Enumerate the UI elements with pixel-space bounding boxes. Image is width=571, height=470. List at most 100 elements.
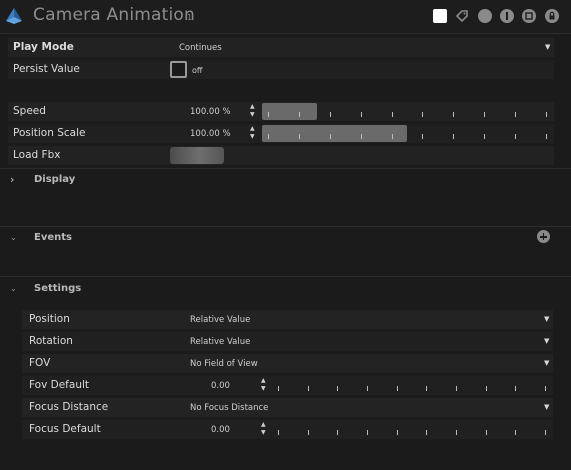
slider-tick xyxy=(268,134,269,139)
position-scale-row: Position Scale 100.00 % ▲ ▼ xyxy=(8,124,554,143)
chevron-down-icon[interactable]: ⌄ xyxy=(10,284,17,293)
fov-default-stepper[interactable]: ▲ ▼ xyxy=(261,378,269,393)
display-section-header[interactable]: › Display xyxy=(0,169,571,191)
settings-section-title: Settings xyxy=(34,283,82,294)
play-mode-dropdown-caret-icon[interactable]: ▼ xyxy=(545,43,550,51)
slider-tick xyxy=(484,134,485,139)
stepper-down-icon[interactable]: ▼ xyxy=(250,112,255,118)
slider-tick xyxy=(515,112,516,117)
slider-tick xyxy=(330,134,331,139)
speed-row: Speed 100.00 % ▲ ▼ xyxy=(8,102,554,121)
events-section-title: Events xyxy=(34,232,72,243)
tag-icon[interactable] xyxy=(455,9,469,23)
position-setting-row[interactable]: Position Relative Value ▼ xyxy=(22,310,553,329)
load-fbx-button[interactable] xyxy=(170,147,224,164)
record-icon[interactable] xyxy=(522,9,536,23)
position-scale-slider[interactable] xyxy=(262,125,552,142)
stepper-up-icon[interactable]: ▲ xyxy=(261,422,266,428)
speed-slider-fill xyxy=(262,103,318,120)
speed-slider[interactable] xyxy=(262,103,552,120)
dropdown-caret-icon[interactable]: ▼ xyxy=(544,315,549,323)
rotation-setting-label: Rotation xyxy=(29,335,73,347)
slider-tick xyxy=(330,112,331,117)
slider-tick xyxy=(456,430,457,435)
slider-tick xyxy=(337,386,338,391)
slider-tick xyxy=(367,430,368,435)
play-mode-dropdown[interactable]: Continues xyxy=(179,43,222,53)
events-section-header[interactable]: ⌄ Events xyxy=(0,227,571,249)
focus-default-slider[interactable] xyxy=(272,421,551,438)
slider-tick xyxy=(545,430,546,435)
focus-distance-label: Focus Distance xyxy=(29,401,109,413)
stepper-down-icon[interactable]: ▼ xyxy=(261,430,266,436)
stepper-up-icon[interactable]: ▲ xyxy=(250,104,255,110)
slider-tick xyxy=(308,386,309,391)
dropdown-caret-icon[interactable]: ▼ xyxy=(544,359,549,367)
position-scale-slider-fill xyxy=(262,125,407,142)
fov-default-slider[interactable] xyxy=(272,377,551,394)
slider-tick xyxy=(546,134,547,139)
color-swatch-icon[interactable] xyxy=(433,9,447,23)
slider-tick xyxy=(545,386,546,391)
fov-setting-row[interactable]: FOV No Field of View ▼ xyxy=(22,354,553,373)
stepper-up-icon[interactable]: ▲ xyxy=(250,126,255,132)
slider-tick xyxy=(392,134,393,139)
focus-distance-dropdown[interactable]: No Focus Distance xyxy=(190,403,268,413)
persist-value-label: Persist Value xyxy=(13,63,80,75)
lock-icon[interactable] xyxy=(545,9,559,23)
slider-tick xyxy=(515,134,516,139)
dropdown-caret-icon[interactable]: ▼ xyxy=(544,337,549,345)
slider-tick xyxy=(308,430,309,435)
slider-tick xyxy=(278,430,279,435)
slider-tick xyxy=(361,134,362,139)
slider-tick xyxy=(361,112,362,117)
slider-tick xyxy=(426,386,427,391)
fov-default-label: Fov Default xyxy=(29,379,90,391)
slider-tick xyxy=(422,112,423,117)
persist-value-row: Persist Value off xyxy=(8,60,554,79)
slider-tick xyxy=(392,112,393,117)
add-event-icon[interactable] xyxy=(537,230,550,243)
focus-default-value[interactable]: 0.00 xyxy=(211,425,230,435)
settings-section-header[interactable]: ⌄ Settings xyxy=(0,278,571,300)
speed-value[interactable]: 100.00 % xyxy=(190,107,231,117)
rotation-setting-dropdown[interactable]: Relative Value xyxy=(190,337,250,347)
dropdown-caret-icon[interactable]: ▼ xyxy=(544,403,549,411)
slider-tick xyxy=(422,134,423,139)
focus-default-stepper[interactable]: ▲ ▼ xyxy=(261,422,269,437)
slider-tick xyxy=(486,386,487,391)
load-fbx-label: Load Fbx xyxy=(13,149,61,161)
slider-tick xyxy=(456,386,457,391)
fov-default-row: Fov Default 0.00 ▲ ▼ xyxy=(22,376,553,395)
slider-tick xyxy=(397,430,398,435)
slider-tick xyxy=(397,386,398,391)
slider-tick xyxy=(268,112,269,117)
fov-setting-dropdown[interactable]: No Field of View xyxy=(190,359,258,369)
slider-tick xyxy=(337,430,338,435)
play-mode-row[interactable]: Play Mode Continues ▼ xyxy=(8,38,554,57)
info-icon[interactable] xyxy=(500,9,514,23)
chevron-down-icon[interactable]: ⌄ xyxy=(10,233,17,242)
position-scale-stepper[interactable]: ▲ ▼ xyxy=(250,126,258,141)
position-setting-label: Position xyxy=(29,313,70,325)
chevron-right-icon[interactable]: › xyxy=(10,173,14,186)
stepper-down-icon[interactable]: ▼ xyxy=(261,386,266,392)
slider-tick xyxy=(453,112,454,117)
position-scale-value[interactable]: 100.00 % xyxy=(190,129,231,139)
persist-value-checkbox[interactable] xyxy=(170,61,187,78)
rotation-setting-row[interactable]: Rotation Relative Value ▼ xyxy=(22,332,553,351)
slider-tick xyxy=(299,112,300,117)
component-header: Camera Animation 1 xyxy=(0,0,571,34)
slider-tick xyxy=(486,430,487,435)
load-fbx-row: Load Fbx xyxy=(8,146,554,165)
component-count-badge: 1 xyxy=(187,13,193,22)
circle-icon[interactable] xyxy=(478,9,492,23)
stepper-down-icon[interactable]: ▼ xyxy=(250,134,255,140)
stepper-up-icon[interactable]: ▲ xyxy=(261,378,266,384)
section-divider xyxy=(0,276,571,277)
persist-value-state: off xyxy=(192,66,203,75)
speed-stepper[interactable]: ▲ ▼ xyxy=(250,104,258,119)
position-setting-dropdown[interactable]: Relative Value xyxy=(190,315,250,325)
fov-default-value[interactable]: 0.00 xyxy=(211,381,230,391)
focus-distance-row[interactable]: Focus Distance No Focus Distance ▼ xyxy=(22,398,553,417)
